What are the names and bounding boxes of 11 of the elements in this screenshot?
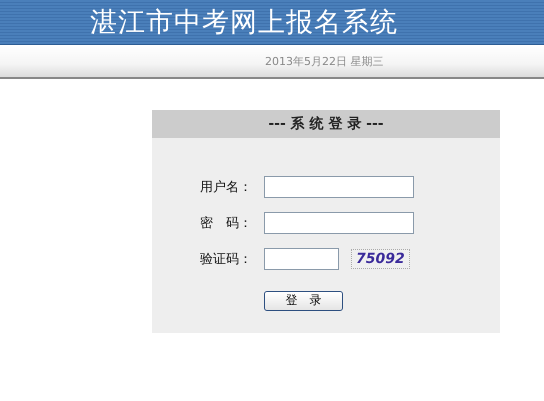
captcha-field[interactable] [264, 248, 339, 270]
captcha-image: 75092 [351, 248, 410, 268]
site-title: 湛江市中考网上报名系统 [90, 6, 398, 40]
field-label: 密 码： [200, 214, 253, 232]
password-field[interactable] [264, 212, 414, 234]
username-field[interactable] [264, 176, 414, 198]
login-button[interactable]: 登 录 [264, 290, 343, 310]
date-text: 2013年5月22日 星期三 [265, 54, 384, 68]
login-title: --- 系 统 登 录 --- [268, 115, 384, 133]
field-label: 用户名： [200, 178, 253, 196]
field-label: 验证码： [200, 250, 253, 268]
